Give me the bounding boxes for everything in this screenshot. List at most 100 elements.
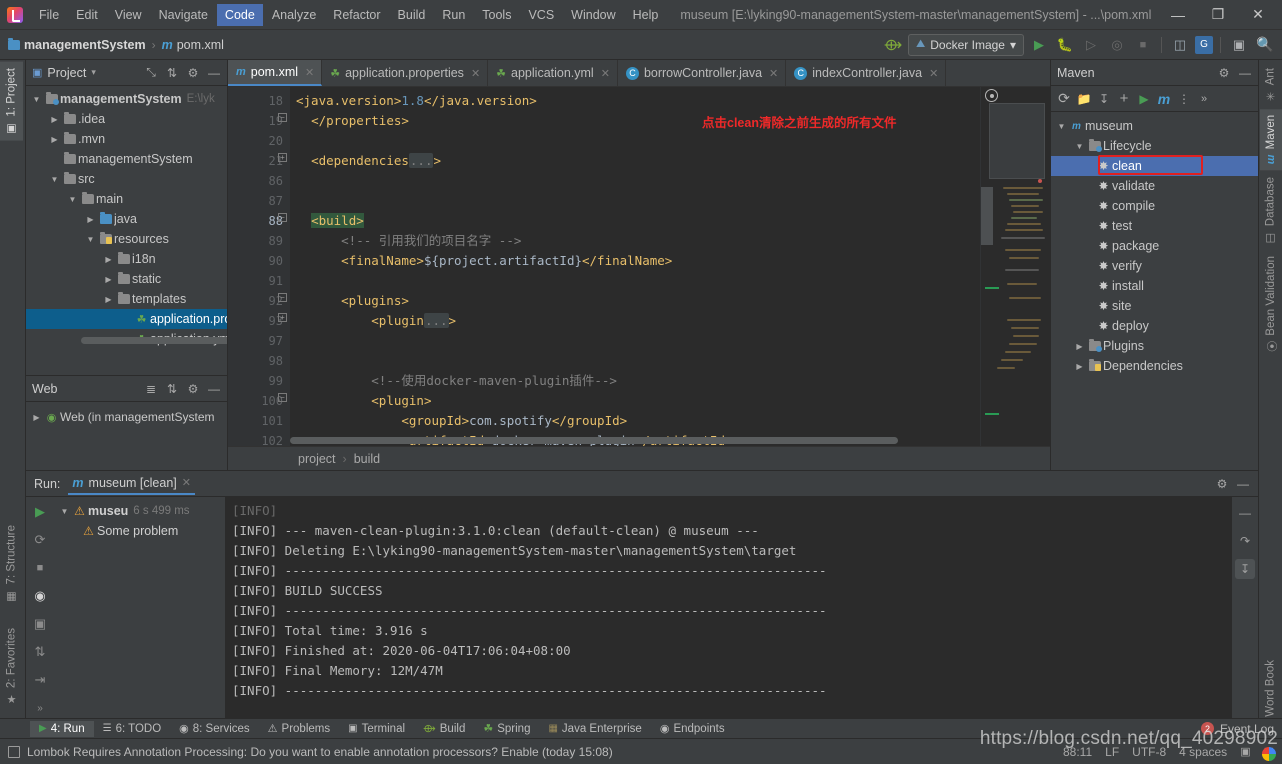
expand-all-icon[interactable]: ≣ [142,380,160,398]
expand-arrow-icon[interactable]: ▼ [84,235,97,244]
update-app-icon[interactable]: ▣ [1228,34,1250,56]
collapse-all-icon[interactable]: ⇅ [163,380,181,398]
expand-arrow-icon[interactable]: ▶ [48,115,61,124]
minimize-button[interactable]: — [1158,1,1198,29]
close-button[interactable]: ✕ [1238,1,1278,29]
scroll-to-end-icon[interactable]: ↧ [1235,559,1255,579]
gear-icon[interactable]: ⚙ [184,64,202,82]
expand-arrow-icon[interactable]: ▶ [1073,362,1086,371]
menu-vcs[interactable]: VCS [520,4,562,26]
close-icon[interactable]: ✕ [929,67,938,80]
run-result-tree[interactable]: ▼ ⚠ museu 6 s 499 ms ⚠ Some problem [54,497,226,721]
menu-help[interactable]: Help [625,4,667,26]
console-output[interactable]: [INFO] [INFO] --- maven-clean-plugin:3.1… [226,497,1232,721]
sidebar-item-maven[interactable]: m Maven [1260,109,1282,170]
hide-icon[interactable]: — [1235,503,1255,523]
breadcrumb-file[interactable]: m pom.xml [162,38,224,52]
expand-arrow-icon[interactable]: ▼ [58,507,71,516]
rerun-icon[interactable]: ▶ [31,503,49,521]
maven-tree[interactable]: ▼ m museum ▼ Lifecycle ✸ clean ✸ validat… [1051,112,1258,376]
sidebar-item-bean-validation[interactable]: ⦿ Bean Validation [1258,250,1282,358]
rerun-failed-icon[interactable]: ⟳ [31,531,49,549]
horizontal-scrollbar[interactable] [81,337,227,344]
error-stripe-mark[interactable] [1038,179,1042,183]
encoding-indicator[interactable]: UTF-8 [1132,745,1166,759]
menu-build[interactable]: Build [390,4,434,26]
editor-minimap[interactable] [980,87,1050,446]
expand-arrow-icon[interactable]: ▶ [102,255,115,264]
tree-item-application-properties[interactable]: ☘ application.prop [26,309,227,329]
fold-marker-icon[interactable]: − [278,293,287,302]
event-log-label[interactable]: Event Log [1220,722,1274,736]
soft-wrap-icon[interactable]: ↷ [1235,531,1255,551]
sort-icon[interactable]: ⇅ [31,643,49,661]
menu-code[interactable]: Code [217,4,263,26]
run-with-coverage-icon[interactable]: ▷ [1080,34,1102,56]
status-message[interactable]: Lombok Requires Annotation Processing: D… [27,745,613,759]
debug-icon[interactable]: 🐛 [1054,34,1076,56]
toolwindow-services[interactable]: ◉ 8: Services [170,720,259,737]
maven-tree-item-dependencies[interactable]: ▶ Dependencies [1051,356,1258,376]
run-icon[interactable]: ▶ [1135,90,1153,108]
skip-tests-icon[interactable]: ⋮ [1175,90,1193,108]
close-icon[interactable]: ✕ [471,67,480,80]
eye-icon[interactable] [985,89,998,102]
expand-arrow-icon[interactable]: ▼ [48,175,61,184]
editor-gutter[interactable]: 18 19 20 21 86 87 88 89 90 91 92 93 97 9… [228,87,290,446]
stop-icon[interactable]: ■ [31,559,49,577]
run-icon[interactable]: ▶ [1028,34,1050,56]
sidebar-item-ant[interactable]: ✳ Ant [1259,62,1282,109]
translate-icon[interactable]: G [1195,36,1213,54]
toolwindow-endpoints[interactable]: ◉ Endpoints [651,720,734,737]
indent-indicator[interactable]: 4 spaces [1179,745,1227,759]
menu-refactor[interactable]: Refactor [325,4,388,26]
close-icon[interactable]: ✕ [182,476,191,489]
expand-arrow-icon[interactable]: ▼ [30,95,43,104]
toolwindow-java-enterprise[interactable]: ▦ Java Enterprise [539,721,650,737]
tab-indexcontroller-java[interactable]: C indexController.java ✕ [786,60,946,86]
chevron-down-icon[interactable]: ▾ [91,67,96,78]
line-separator-indicator[interactable]: LF [1105,745,1119,759]
expand-arrow-icon[interactable]: ▶ [30,413,43,422]
export-icon[interactable]: ▣ [31,615,49,633]
maven-tree-item-plugins[interactable]: ▶ Plugins [1051,336,1258,356]
build-icon[interactable]: ⟴ [882,34,904,56]
editor-horizontal-scrollbar[interactable] [290,437,898,444]
tree-item-src[interactable]: ▼ src [26,169,227,189]
maven-tree-item-museum[interactable]: ▼ m museum [1051,116,1258,136]
menu-view[interactable]: View [107,4,150,26]
menu-file[interactable]: File [31,4,67,26]
download-sources-icon[interactable]: ↧ [1095,90,1113,108]
gear-icon[interactable]: ⚙ [1213,475,1231,493]
breadcrumb-build-element[interactable]: build [354,452,380,466]
run-configuration-selector[interactable]: ⛰ Docker Image ▾ [908,34,1024,56]
stop-icon[interactable]: ■ [1132,34,1154,56]
expand-arrow-icon[interactable]: ▼ [1073,142,1086,151]
tree-item-static[interactable]: ▶ static [26,269,227,289]
reload-icon[interactable]: ⟳ [1055,90,1073,108]
tree-item-i18n[interactable]: ▶ i18n [26,249,227,269]
menu-edit[interactable]: Edit [68,4,106,26]
hide-icon[interactable]: — [1236,64,1254,82]
tab-application-yml[interactable]: ☘ application.yml ✕ [488,60,618,86]
maven-goal-site[interactable]: ✸ site [1051,296,1258,316]
hide-icon[interactable]: — [205,380,223,398]
expand-arrow-icon[interactable]: ▶ [48,135,61,144]
sidebar-item-structure[interactable]: ▦ 7: Structure [0,519,23,608]
fold-marker-icon[interactable]: − [278,113,287,122]
minimap-viewport[interactable] [981,187,993,245]
menu-navigate[interactable]: Navigate [151,4,216,26]
expand-arrow-icon[interactable]: ▶ [102,275,115,284]
expand-arrow-icon[interactable]: ▼ [1055,122,1068,131]
tree-item-managementsystem[interactable]: ▼ managementSystem E:\lyk [26,89,227,109]
maven-goal-deploy[interactable]: ✸ deploy [1051,316,1258,336]
maven-goal-compile[interactable]: ✸ compile [1051,196,1258,216]
maven-m-icon[interactable]: m [1155,90,1173,108]
project-tree[interactable]: ▼ managementSystem E:\lyk ▶ .idea ▶ .mvn… [26,86,227,346]
maven-goal-validate[interactable]: ✸ validate [1051,176,1258,196]
close-icon[interactable]: ✕ [305,66,314,79]
expand-arrow-icon[interactable]: ▼ [66,195,79,204]
expand-arrow-icon[interactable]: ▶ [84,215,97,224]
menu-window[interactable]: Window [563,4,623,26]
tab-pom-xml[interactable]: m pom.xml ✕ [228,60,322,86]
